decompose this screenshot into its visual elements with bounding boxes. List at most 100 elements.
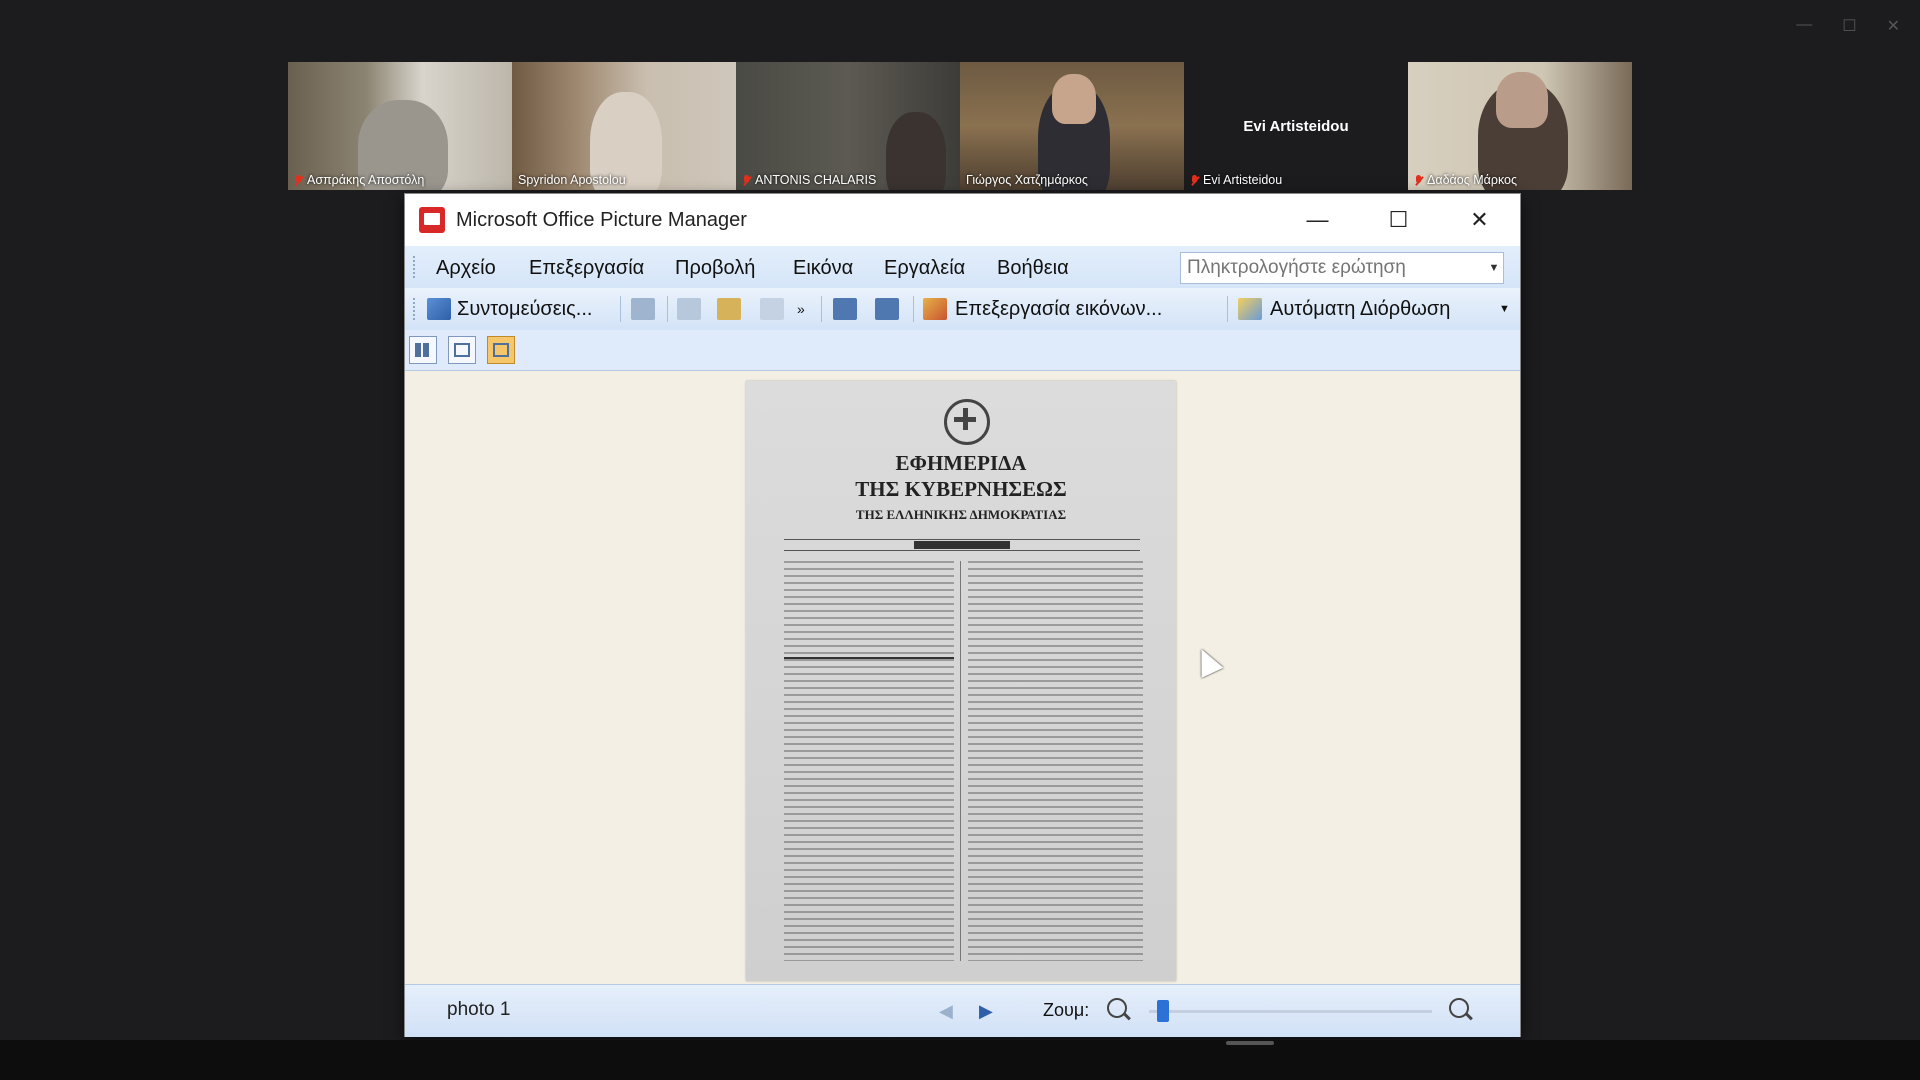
toolbar-divider <box>667 296 668 322</box>
zoom-out-icon[interactable] <box>1107 998 1127 1018</box>
participant-name: Δαδάος Μάρκος <box>1414 173 1517 187</box>
toolbar-options-button[interactable]: ▼ <box>1499 295 1510 323</box>
export-icon <box>631 298 655 320</box>
zoom-label: Ζουμ: <box>1043 1000 1090 1020</box>
zoom-slider-thumb[interactable] <box>1157 1000 1169 1022</box>
status-bar: photo 1 ◀ ▶ Ζουμ: <box>405 984 1520 1037</box>
document-title-line1: ΕΦΗΜΕΡΙΔΑ <box>895 451 1027 475</box>
maximize-button[interactable]: ☐ <box>1358 194 1439 246</box>
document-text-column-left <box>784 561 954 961</box>
zoom-slider[interactable] <box>1149 1000 1432 1022</box>
menu-picture[interactable]: Εικόνα <box>793 257 853 280</box>
shortcuts-button[interactable]: Συντομεύσεις... <box>427 295 592 323</box>
displayed-picture: ΕΦΗΜΕΡΙΔΑ ΤΗΣ ΚΥΒΕΡΝΗΣΕΩΣ ΤΗΣ ΕΛΛΗΝΙΚΗΣ … <box>746 381 1176 981</box>
edit-pictures-button[interactable]: Επεξεργασία εικόνων... <box>923 295 1162 323</box>
picture-canvas[interactable]: ΕΦΗΜΕΡΙΔΑ ΤΗΣ ΚΥΒΕΡΝΗΣΕΩΣ ΤΗΣ ΕΛΛΗΝΙΚΗΣ … <box>405 371 1520 984</box>
participant-tile[interactable]: Ασπράκης Αποστόλη <box>288 62 512 190</box>
toolbar-grip-icon[interactable] <box>413 298 418 320</box>
participant-name: Γιώργος Χατζημάρκος <box>966 173 1088 187</box>
chevron-down-icon: ▼ <box>1499 303 1510 315</box>
single-picture-view-icon <box>493 343 509 357</box>
toolbar-divider <box>821 296 822 322</box>
picture-manager-app-icon <box>419 207 445 233</box>
autocorrect-icon <box>1238 298 1262 320</box>
picture-manager-window: Microsoft Office Picture Manager — ☐ ✕ Α… <box>404 193 1521 1037</box>
mic-muted-icon <box>1190 174 1199 186</box>
zoom-in-icon[interactable] <box>1449 998 1469 1018</box>
menu-view[interactable]: Προβολή <box>675 257 755 280</box>
filmstrip-view-button[interactable] <box>448 336 476 364</box>
document-header-strip <box>784 539 1140 551</box>
host-maximize-icon[interactable]: ☐ <box>1842 16 1856 36</box>
resize-handle[interactable] <box>1226 1041 1274 1045</box>
toolbar-divider <box>913 296 914 322</box>
shortcuts-icon <box>427 298 451 320</box>
rotate-left-button[interactable] <box>833 295 857 323</box>
copy-button[interactable] <box>677 295 701 323</box>
filmstrip-view-icon <box>454 343 470 357</box>
triangle-right-icon: ▶ <box>979 1001 993 1021</box>
host-window-controls: — ☐ ✕ <box>1796 16 1900 36</box>
participant-tile[interactable]: ANTONIS CHALARIS <box>736 62 960 190</box>
thumbnail-view-button[interactable] <box>409 336 437 364</box>
minimize-button[interactable]: — <box>1277 194 1358 246</box>
toolbar-divider <box>620 296 621 322</box>
host-close-icon[interactable]: ✕ <box>1887 16 1900 36</box>
menubar-grip-icon[interactable] <box>413 256 418 278</box>
participant-tile[interactable]: Spyridon Apostolou <box>512 62 736 190</box>
participant-name: ANTONIS CHALARIS <box>742 173 876 187</box>
undo-button[interactable] <box>760 295 784 323</box>
ask-question-box[interactable]: ▼ <box>1180 252 1504 284</box>
mic-muted-icon <box>742 174 751 186</box>
ask-question-input[interactable] <box>1181 256 1485 280</box>
next-picture-button[interactable]: ▶ <box>979 1001 993 1022</box>
rotate-left-icon <box>833 298 857 320</box>
menu-help[interactable]: Βοήθεια <box>997 257 1069 280</box>
view-toolbar <box>405 330 1520 371</box>
single-picture-view-button[interactable] <box>487 336 515 364</box>
chevron-double-right-icon: » <box>797 301 805 317</box>
window-title: Microsoft Office Picture Manager <box>456 208 747 231</box>
host-minimize-icon[interactable]: — <box>1796 16 1812 36</box>
rotate-right-icon <box>875 298 899 320</box>
menu-bar: Αρχείο Επεξεργασία Προβολή Εικόνα Εργαλε… <box>405 246 1520 289</box>
coat-of-arms-emblem <box>944 399 990 445</box>
taskbar-area <box>0 1040 1920 1080</box>
menu-file[interactable]: Αρχείο <box>436 257 496 280</box>
participant-name: Spyridon Apostolou <box>518 173 626 187</box>
toolbar-overflow-button[interactable]: » <box>797 295 805 323</box>
document-column-divider <box>960 561 961 961</box>
participant-name: Ασπράκης Αποστόλη <box>294 173 424 187</box>
copy-icon <box>677 298 701 320</box>
menu-tools[interactable]: Εργαλεία <box>884 257 965 280</box>
participant-center-name: Evi Artisteidou <box>1243 118 1349 135</box>
export-button[interactable] <box>631 295 655 323</box>
document-text-column-right <box>968 561 1143 961</box>
participant-tile-no-video[interactable]: Evi Artisteidou Evi Artisteidou <box>1184 62 1408 190</box>
triangle-left-icon: ◀ <box>939 1001 953 1021</box>
shortcuts-label: Συντομεύσεις... <box>457 297 593 320</box>
paste-button[interactable] <box>717 295 741 323</box>
toolbar-divider <box>1227 296 1228 322</box>
document-subtitle: ΤΗΣ ΕΛΛΗΝΙΚΗΣ ΔΗΜΟΚΡΑΤΙΑΣ <box>855 507 1067 522</box>
rotate-right-button[interactable] <box>875 295 899 323</box>
previous-picture-button[interactable]: ◀ <box>939 1001 953 1022</box>
mic-muted-icon <box>1414 174 1423 186</box>
autocorrect-label: Αυτόματη Διόρθωση <box>1270 297 1451 320</box>
thumbnail-view-icon <box>415 343 431 357</box>
close-button[interactable]: ✕ <box>1439 194 1520 246</box>
standard-toolbar: Συντομεύσεις... » Επεξεργασία εικόνων...… <box>405 288 1520 331</box>
chevron-down-icon[interactable]: ▼ <box>1485 262 1503 274</box>
picture-name: photo 1 <box>447 999 511 1020</box>
document-rule <box>784 657 954 659</box>
participant-tile[interactable]: Δαδάος Μάρκος <box>1408 62 1632 190</box>
undo-icon <box>760 298 784 320</box>
edit-pictures-icon <box>923 298 947 320</box>
participant-tile-active[interactable]: Γιώργος Χατζημάρκος <box>960 62 1184 190</box>
participant-name: Evi Artisteidou <box>1190 173 1282 187</box>
title-bar[interactable]: Microsoft Office Picture Manager — ☐ ✕ <box>405 194 1520 246</box>
autocorrect-button[interactable]: Αυτόματη Διόρθωση <box>1238 295 1450 323</box>
document-title-line2: ΤΗΣ ΚΥΒΕΡΝΗΣΕΩΣ <box>855 477 1067 501</box>
edit-pictures-label: Επεξεργασία εικόνων... <box>955 297 1163 320</box>
menu-edit[interactable]: Επεξεργασία <box>529 257 644 280</box>
